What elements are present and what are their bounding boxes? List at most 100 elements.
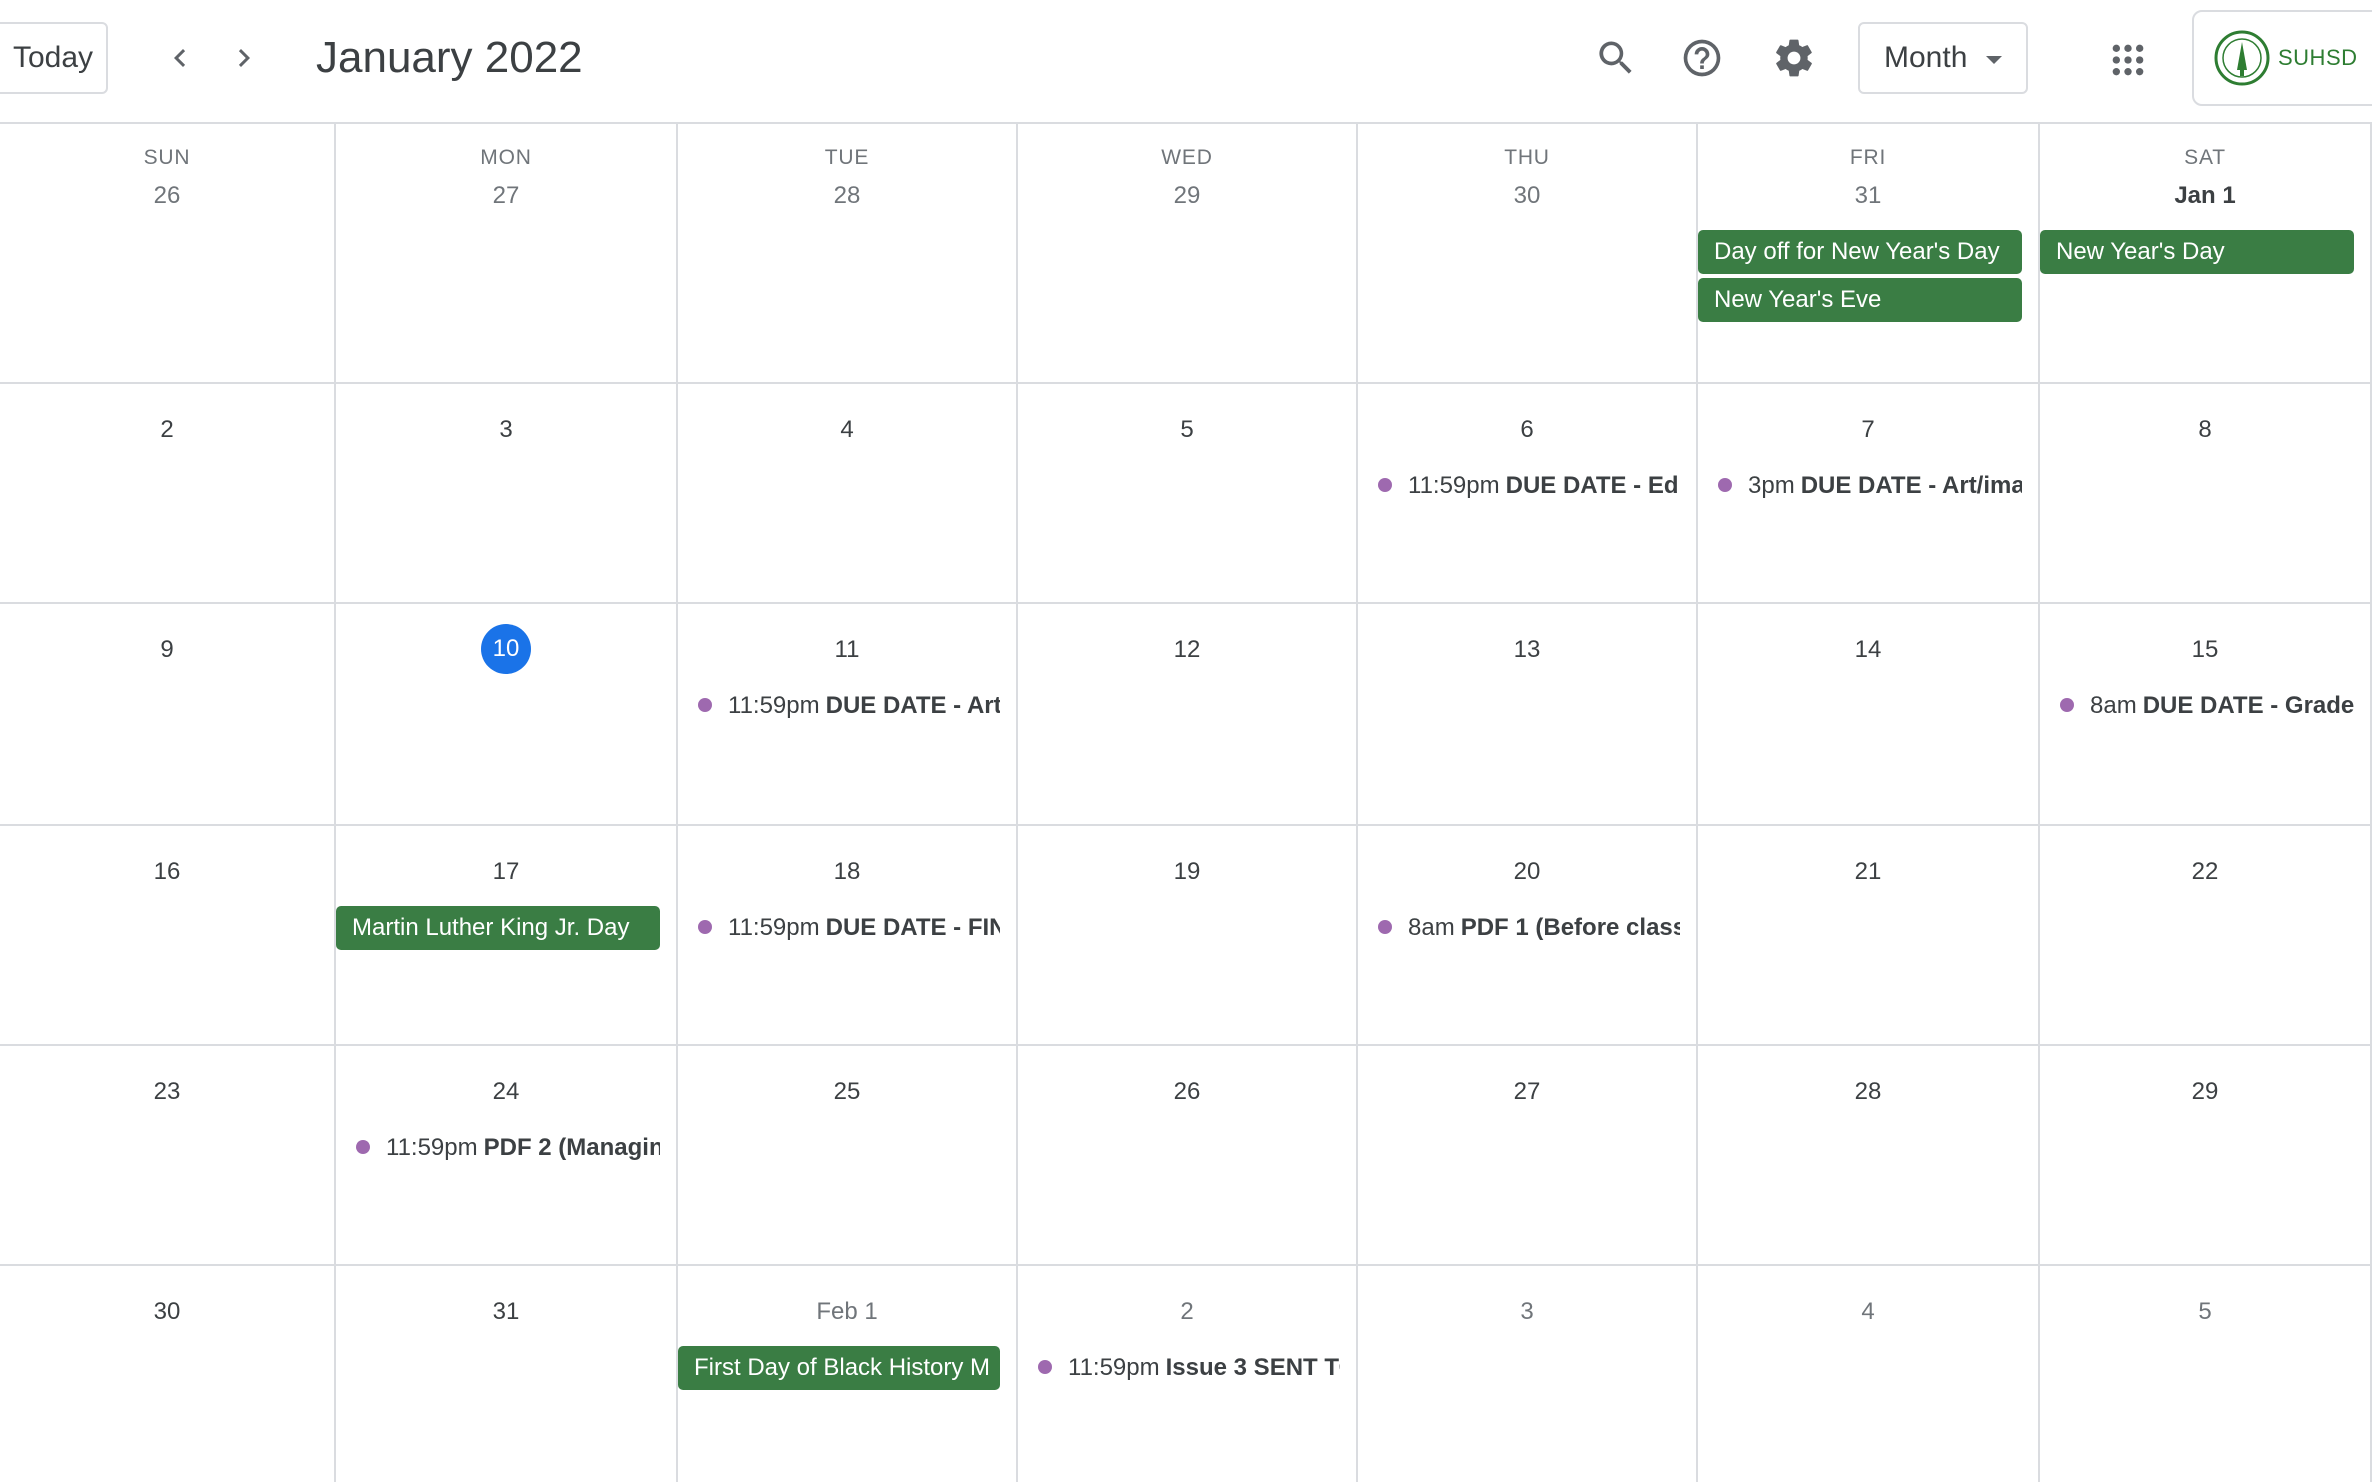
all-day-event[interactable]: Day off for New Year's Day bbox=[1698, 230, 2022, 274]
day-cell[interactable]: 7 3pm DUE DATE - Art/imag bbox=[1698, 384, 2040, 604]
date-number[interactable]: 27 bbox=[1358, 1078, 1696, 1106]
date-number[interactable]: 4 bbox=[678, 416, 1016, 444]
date-number[interactable]: 7 bbox=[1698, 416, 2038, 444]
date-number[interactable]: 24 bbox=[336, 1078, 676, 1106]
date-number[interactable]: 13 bbox=[1358, 636, 1696, 664]
today-button[interactable]: Today bbox=[0, 22, 108, 94]
date-number[interactable]: 14 bbox=[1698, 636, 2038, 664]
date-number[interactable]: 4 bbox=[1698, 1298, 2038, 1326]
date-number[interactable]: 6 bbox=[1358, 416, 1696, 444]
date-number[interactable]: 28 bbox=[678, 182, 1016, 210]
day-cell[interactable]: SUN 26 bbox=[0, 124, 336, 384]
day-cell[interactable]: 12 bbox=[1018, 604, 1358, 826]
day-cell[interactable]: 16 bbox=[0, 826, 336, 1046]
day-cell[interactable]: 3 bbox=[336, 384, 678, 604]
search-button[interactable] bbox=[1586, 28, 1646, 88]
next-month-button[interactable] bbox=[216, 30, 272, 86]
date-number[interactable]: 31 bbox=[1698, 182, 2038, 210]
day-cell[interactable]: 15 8amDUE DATE - Graded c bbox=[2040, 604, 2372, 826]
date-number[interactable]: 29 bbox=[1018, 182, 1356, 210]
help-button[interactable] bbox=[1672, 28, 1732, 88]
date-number[interactable]: 26 bbox=[1018, 1078, 1356, 1106]
day-cell[interactable]: 23 bbox=[0, 1046, 336, 1266]
date-number[interactable]: 26 bbox=[0, 182, 334, 210]
all-day-event[interactable]: Martin Luther King Jr. Day bbox=[336, 906, 660, 950]
timed-event[interactable]: 11:59pm Issue 3 SENT TO bbox=[1018, 1348, 1340, 1388]
date-number[interactable]: 5 bbox=[1018, 416, 1356, 444]
date-number[interactable]: 9 bbox=[0, 636, 334, 664]
day-cell[interactable]: 10 bbox=[336, 604, 678, 826]
date-number[interactable]: 11 bbox=[678, 636, 1016, 664]
apps-button[interactable] bbox=[2096, 28, 2160, 92]
day-cell[interactable]: THU 30 bbox=[1358, 124, 1698, 384]
day-cell[interactable]: Feb 1 First Day of Black History M bbox=[678, 1266, 1018, 1482]
all-day-event[interactable]: First Day of Black History M bbox=[678, 1346, 1000, 1390]
day-cell[interactable]: 17 Martin Luther King Jr. Day bbox=[336, 826, 678, 1046]
day-cell[interactable]: 20 8am PDF 1 (Before class) bbox=[1358, 826, 1698, 1046]
timed-event[interactable]: 11:59pmDUE DATE - Edito bbox=[1358, 466, 1680, 506]
date-number[interactable]: 5 bbox=[2040, 1298, 2370, 1326]
timed-event[interactable]: 11:59pmDUE DATE - FINA bbox=[678, 908, 1000, 948]
day-cell[interactable]: 9 bbox=[0, 604, 336, 826]
account-chip[interactable]: SUHSD bbox=[2192, 10, 2372, 106]
date-number[interactable]: 16 bbox=[0, 858, 334, 886]
day-cell[interactable]: FRI 31 Day off for New Year's Day New Year'… bbox=[1698, 124, 2040, 384]
date-number[interactable]: 20 bbox=[1358, 858, 1696, 886]
today-date-number[interactable]: 10 bbox=[481, 624, 531, 674]
date-number[interactable]: 21 bbox=[1698, 858, 2038, 886]
timed-event[interactable]: 11:59pm DUE DATE - Art/i bbox=[678, 686, 1000, 726]
date-number[interactable]: 15 bbox=[2040, 636, 2370, 664]
day-cell[interactable]: 11 11:59pm DUE DATE - Art/i bbox=[678, 604, 1018, 826]
day-cell[interactable]: 28 bbox=[1698, 1046, 2040, 1266]
day-cell[interactable]: TUE 28 bbox=[678, 124, 1018, 384]
settings-button[interactable] bbox=[1764, 28, 1824, 88]
date-number[interactable]: 29 bbox=[2040, 1078, 2370, 1106]
date-number[interactable]: 19 bbox=[1018, 858, 1356, 886]
date-number[interactable]: 18 bbox=[678, 858, 1016, 886]
day-cell[interactable]: 27 bbox=[1358, 1046, 1698, 1266]
date-number[interactable]: 2 bbox=[0, 416, 334, 444]
timed-event[interactable]: 8amDUE DATE - Graded c bbox=[2040, 686, 2354, 726]
timed-event[interactable]: 8am PDF 1 (Before class) bbox=[1358, 908, 1680, 948]
day-cell[interactable]: 2 11:59pm Issue 3 SENT TO bbox=[1018, 1266, 1358, 1482]
previous-month-button[interactable] bbox=[152, 30, 208, 86]
view-selector[interactable]: Month bbox=[1858, 22, 2028, 94]
day-cell[interactable]: 8 bbox=[2040, 384, 2372, 604]
day-cell[interactable]: WED 29 bbox=[1018, 124, 1358, 384]
date-number[interactable]: 25 bbox=[678, 1078, 1016, 1106]
date-number[interactable]: 27 bbox=[336, 182, 676, 210]
date-number[interactable]: 17 bbox=[336, 858, 676, 886]
day-cell[interactable]: 3 bbox=[1358, 1266, 1698, 1482]
day-cell[interactable]: 14 bbox=[1698, 604, 2040, 826]
date-number[interactable]: 3 bbox=[1358, 1298, 1696, 1326]
date-number[interactable]: 23 bbox=[0, 1078, 334, 1106]
all-day-event[interactable]: New Year's Day bbox=[2040, 230, 2354, 274]
day-cell[interactable]: 5 bbox=[2040, 1266, 2372, 1482]
day-cell[interactable]: 2 bbox=[0, 384, 336, 604]
date-number[interactable]: 2 bbox=[1018, 1298, 1356, 1326]
day-cell[interactable]: SAT Jan 1 New Year's Day bbox=[2040, 124, 2372, 384]
day-cell[interactable]: 19 bbox=[1018, 826, 1358, 1046]
day-cell[interactable]: 4 bbox=[678, 384, 1018, 604]
day-cell[interactable]: 13 bbox=[1358, 604, 1698, 826]
day-cell[interactable]: 24 11:59pm PDF 2 (Managin bbox=[336, 1046, 678, 1266]
date-number[interactable]: 22 bbox=[2040, 858, 2370, 886]
date-number[interactable]: 30 bbox=[0, 1298, 334, 1326]
day-cell[interactable]: MON 27 bbox=[336, 124, 678, 384]
timed-event[interactable]: 11:59pm PDF 2 (Managin bbox=[336, 1128, 660, 1168]
date-number[interactable]: Jan 1 bbox=[2040, 182, 2370, 210]
date-number[interactable]: 28 bbox=[1698, 1078, 2038, 1106]
day-cell[interactable]: 30 bbox=[0, 1266, 336, 1482]
day-cell[interactable]: 29 bbox=[2040, 1046, 2372, 1266]
day-cell[interactable]: 31 bbox=[336, 1266, 678, 1482]
date-number[interactable]: 12 bbox=[1018, 636, 1356, 664]
day-cell[interactable]: 6 11:59pmDUE DATE - Edito bbox=[1358, 384, 1698, 604]
date-number[interactable]: 3 bbox=[336, 416, 676, 444]
date-number[interactable]: 8 bbox=[2040, 416, 2370, 444]
day-cell[interactable]: 26 bbox=[1018, 1046, 1358, 1266]
day-cell[interactable]: 22 bbox=[2040, 826, 2372, 1046]
date-number[interactable]: 30 bbox=[1358, 182, 1696, 210]
timed-event[interactable]: 3pm DUE DATE - Art/imag bbox=[1698, 466, 2022, 506]
day-cell[interactable]: 4 bbox=[1698, 1266, 2040, 1482]
day-cell[interactable]: 5 bbox=[1018, 384, 1358, 604]
